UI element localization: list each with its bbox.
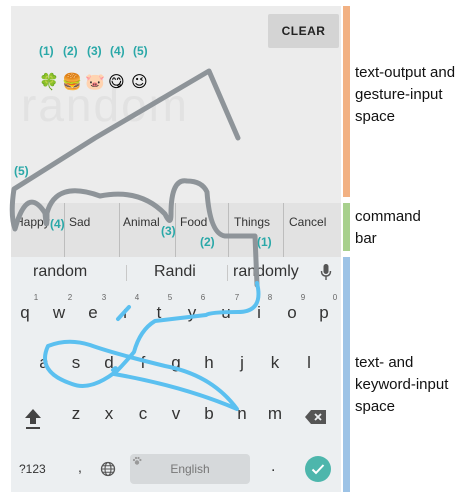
keyboard-region-bar [343,257,350,492]
key-a[interactable]: a [30,353,58,373]
key-e[interactable]: e [79,303,107,323]
key-u[interactable]: u [212,303,240,323]
suggestion-divider [126,265,127,281]
key-t[interactable]: t [145,303,173,323]
suggestion-strip: random Randi randomly [11,257,341,287]
backspace-icon[interactable] [304,409,328,430]
key-l[interactable]: l [295,353,323,373]
key-hint: 1 [33,293,39,302]
key-q[interactable]: q [11,303,39,323]
key-o[interactable]: o [278,303,306,323]
stroke-marker-1: (1) [257,235,272,249]
emoji-number-1: (1) [39,44,54,58]
command-label: Happy [15,215,50,229]
keyboard: random Randi randomly 1 2 3 4 5 6 7 8 9 … [11,257,341,492]
stroke-marker-3: (3) [161,224,176,238]
microphone-icon[interactable] [320,263,332,286]
wink-face-emoji: 😉 [131,74,148,91]
key-k[interactable]: k [261,353,289,373]
key-n[interactable]: n [228,404,256,424]
key-c[interactable]: c [129,404,157,424]
command-label: Sad [69,215,91,229]
key-f[interactable]: f [129,353,157,373]
pig-emoji: 🐷 [85,74,105,91]
key-hint: 3 [101,293,107,302]
symbols-key[interactable]: ?123 [19,462,46,476]
key-y[interactable]: y [178,303,206,323]
key-hint: 4 [134,293,140,302]
suggestion-3[interactable]: randomly [233,263,299,281]
key-r[interactable]: r [112,303,140,323]
key-hint: 9 [300,293,306,302]
clear-button[interactable]: CLEAR [268,14,339,48]
text-output-area[interactable]: CLEAR random (1) (2) (3) (4) (5) 🍀 🍔 🐷 😋… [11,6,341,203]
globe-icon[interactable] [100,461,116,482]
key-i[interactable]: i [245,303,273,323]
stroke-marker-4: (4) [50,217,65,231]
comma-key[interactable]: , [78,459,82,475]
space-label: English [170,462,210,476]
emoji-number-4: (4) [110,44,125,58]
command-region-label: command bar [355,208,421,247]
key-hint: 0 [332,293,338,302]
key-hint: 6 [200,293,206,302]
command-bar: Happy Sad Animal Food Things Cancel (4) … [11,203,341,257]
key-z[interactable]: z [62,404,90,424]
space-bar[interactable]: English [130,454,250,484]
command-label: Food [180,215,208,229]
key-d[interactable]: d [95,353,123,373]
key-hint: 7 [234,293,240,302]
keyboard-region-label: text- and keyword-input space [355,354,449,415]
key-p[interactable]: p [310,303,338,323]
phone-screen: CLEAR random (1) (2) (3) (4) (5) 🍀 🍔 🐷 😋… [11,6,341,492]
key-h[interactable]: h [195,353,223,373]
suggestion-divider [227,265,228,281]
key-hint: 5 [167,293,173,302]
stroke-marker-2: (2) [200,235,215,249]
gesture-number-5: (5) [14,164,29,178]
key-b[interactable]: b [195,404,223,424]
key-hint: 2 [67,293,73,302]
clover-emoji: 🍀 [39,74,59,91]
output-region-bar [343,6,350,197]
command-region-bar [343,203,350,251]
key-g[interactable]: g [162,353,190,373]
emoji-number-5: (5) [133,44,148,58]
suggestion-2[interactable]: Randi [154,263,196,281]
command-label: Things [234,215,271,229]
checkmark-icon [311,464,325,475]
yum-face-emoji: 😋 [108,74,125,91]
command-cancel[interactable]: Cancel [284,203,341,257]
key-x[interactable]: x [95,404,123,424]
period-key[interactable]: . [271,458,275,476]
command-label: Cancel [289,215,327,229]
output-region-label: text-output and gesture-input space [355,64,456,125]
key-s[interactable]: s [62,353,90,373]
command-label: Animal [123,215,160,229]
emoji-number-3: (3) [87,44,102,58]
key-j[interactable]: j [228,353,256,373]
emoji-number-2: (2) [63,44,78,58]
key-v[interactable]: v [162,404,190,424]
key-w[interactable]: w [45,303,73,323]
burger-emoji: 🍔 [62,74,82,91]
enter-button[interactable] [305,456,331,482]
command-sad[interactable]: Sad [65,203,120,257]
key-m[interactable]: m [261,404,289,424]
paw-icon [132,453,142,471]
key-hint: 8 [267,293,273,302]
suggestion-1[interactable]: random [33,263,87,281]
shift-icon[interactable] [23,407,43,436]
